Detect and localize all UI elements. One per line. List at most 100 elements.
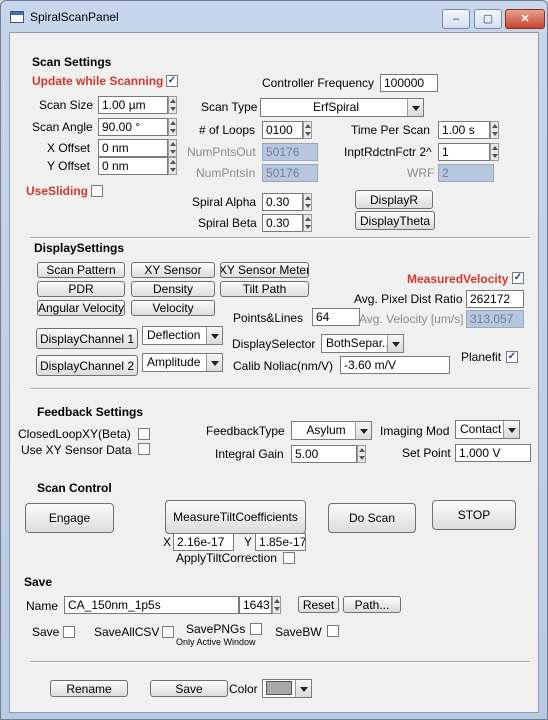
- channel-2-value: Amplitude: [147, 355, 201, 369]
- tilt-x-field[interactable]: 2.16e-17: [173, 533, 234, 551]
- angular-velocity-button[interactable]: Angular Velocity: [37, 300, 125, 316]
- time-per-scan-field[interactable]: 1.00 s: [438, 121, 490, 139]
- imaging-mode-label: Imaging Mod: [380, 424, 450, 438]
- scan-pattern-button[interactable]: Scan Pattern: [37, 262, 125, 278]
- scan-angle-stepper[interactable]: [168, 118, 177, 136]
- measure-tilt-coefficients-button[interactable]: MeasureTiltCoefficients: [165, 500, 306, 534]
- path-button[interactable]: Path...: [343, 596, 401, 613]
- x-offset-stepper[interactable]: [168, 139, 177, 157]
- tilt-x-label: X: [163, 535, 172, 549]
- planefit-label: Planefit: [461, 350, 502, 364]
- display-theta-button[interactable]: DisplayTheta: [355, 211, 435, 230]
- closed-loop-label: ClosedLoopXY(Beta): [18, 427, 131, 441]
- maximize-button[interactable]: ▢: [474, 9, 502, 29]
- spiral-scan-panel-window: SpiralScanPanel – ▢ ✕ Scan Settings Upda…: [0, 0, 548, 720]
- inpt-rdctn-fctr-label: InptRdctnFctr 2^: [344, 145, 432, 159]
- tilt-path-button[interactable]: Tilt Path: [220, 281, 309, 297]
- apply-tilt-correction-checkbox[interactable]: [283, 552, 295, 564]
- chevron-down-icon: [206, 354, 222, 371]
- title-bar[interactable]: SpiralScanPanel – ▢ ✕: [1, 1, 547, 31]
- spiral-alpha-field[interactable]: 0.30: [262, 193, 303, 211]
- display-channel-1-button[interactable]: DisplayChannel 1: [36, 328, 138, 349]
- window-title: SpiralScanPanel: [30, 10, 119, 24]
- chevron-down-icon: [206, 327, 222, 344]
- use-xy-sensor-checkbox[interactable]: [138, 443, 150, 455]
- save-button[interactable]: Save: [150, 680, 228, 697]
- spiral-beta-stepper[interactable]: [303, 214, 312, 232]
- scan-size-stepper[interactable]: [168, 96, 177, 114]
- inpt-rdctn-fctr-stepper[interactable]: [490, 143, 499, 161]
- save-bw-checkbox[interactable]: [327, 625, 339, 637]
- measured-velocity-label: MeasuredVelocity: [407, 272, 509, 286]
- time-per-scan-label: Time Per Scan: [351, 123, 430, 137]
- pdr-button[interactable]: PDR: [37, 281, 125, 297]
- xy-sensor-button[interactable]: XY Sensor: [131, 262, 215, 278]
- color-dropdown[interactable]: [262, 679, 312, 698]
- time-per-scan-stepper[interactable]: [490, 121, 499, 139]
- chevron-down-icon: [355, 422, 371, 439]
- channel-2-dropdown[interactable]: Amplitude: [142, 353, 223, 372]
- close-button[interactable]: ✕: [505, 9, 545, 29]
- y-offset-stepper[interactable]: [168, 157, 177, 175]
- name-index-stepper[interactable]: [272, 596, 281, 614]
- use-xy-sensor-label: Use XY Sensor Data: [21, 443, 132, 457]
- save-all-csv-checkbox[interactable]: [162, 626, 174, 638]
- calib-noliac-field[interactable]: -3.60 m/V: [340, 356, 450, 374]
- display-selector-label: DisplaySelector: [232, 337, 316, 351]
- scan-size-field[interactable]: 1.00 µm: [98, 96, 168, 114]
- channel-1-value: Deflection: [147, 328, 201, 342]
- save-checkbox-label: Save: [32, 625, 60, 639]
- spiral-alpha-stepper[interactable]: [303, 193, 312, 211]
- spiral-beta-field[interactable]: 0.30: [262, 214, 303, 232]
- tilt-y-field[interactable]: 1.85e-17: [255, 533, 306, 551]
- display-r-button[interactable]: DisplayR: [355, 190, 433, 209]
- display-channel-2-button[interactable]: DisplayChannel 2: [36, 355, 138, 376]
- measured-velocity-checkbox[interactable]: ✓: [512, 272, 524, 284]
- xy-sensor-meter-button[interactable]: XY Sensor Meter: [220, 262, 309, 278]
- do-scan-button[interactable]: Do Scan: [328, 503, 416, 533]
- density-button[interactable]: Density: [131, 281, 215, 297]
- controller-frequency-field[interactable]: 100000: [380, 74, 438, 92]
- name-label: Name: [26, 599, 59, 613]
- closed-loop-checkbox[interactable]: [138, 428, 150, 440]
- scan-control-header: Scan Control: [37, 481, 112, 495]
- name-index-field[interactable]: 1643: [239, 596, 272, 614]
- minimize-button[interactable]: –: [442, 9, 470, 29]
- engage-button[interactable]: Engage: [25, 503, 114, 533]
- imaging-mode-value: Contact: [460, 422, 502, 436]
- feedback-settings-header: Feedback Settings: [37, 405, 144, 419]
- set-point-field[interactable]: 1.000 V: [455, 444, 531, 462]
- wrf-label: WRF: [407, 166, 435, 180]
- use-sliding-checkbox[interactable]: [91, 185, 103, 197]
- avg-pixel-dist-field[interactable]: 262172: [466, 290, 524, 308]
- chevron-down-icon: [295, 680, 311, 697]
- x-offset-label: X Offset: [47, 141, 91, 155]
- velocity-button[interactable]: Velocity: [131, 300, 215, 316]
- use-sliding-label: UseSliding: [26, 184, 89, 198]
- num-loops-field[interactable]: 0100: [262, 121, 303, 139]
- separator: [30, 237, 530, 239]
- inpt-rdctn-fctr-field[interactable]: 1: [438, 143, 490, 161]
- scan-angle-field[interactable]: 90.00 °: [98, 118, 168, 136]
- display-selector-dropdown[interactable]: BothSepar...: [321, 334, 404, 353]
- stop-button[interactable]: STOP: [432, 500, 516, 530]
- num-loops-stepper[interactable]: [303, 121, 312, 139]
- save-pngs-checkbox[interactable]: [250, 623, 262, 635]
- integral-gain-stepper[interactable]: [357, 445, 366, 463]
- points-lines-field[interactable]: 64: [312, 308, 360, 326]
- scan-type-dropdown[interactable]: ErfSpiral: [260, 98, 424, 117]
- reset-button[interactable]: Reset: [298, 596, 339, 613]
- update-while-scanning-checkbox[interactable]: ✓: [166, 75, 178, 87]
- channel-1-dropdown[interactable]: Deflection: [142, 326, 223, 345]
- planefit-checkbox[interactable]: ✓: [506, 351, 518, 363]
- integral-gain-field[interactable]: 5.00: [291, 445, 357, 463]
- scan-type-value: ErfSpiral: [312, 100, 359, 114]
- rename-button[interactable]: Rename: [50, 680, 128, 697]
- name-field[interactable]: CA_150nm_1p5s: [64, 596, 239, 614]
- x-offset-field[interactable]: 0 nm: [98, 139, 168, 157]
- imaging-mode-dropdown[interactable]: Contact: [455, 420, 520, 439]
- save-checkbox[interactable]: [63, 626, 75, 638]
- scan-settings-header: Scan Settings: [32, 55, 112, 69]
- y-offset-field[interactable]: 0 nm: [98, 157, 168, 175]
- feedback-type-dropdown[interactable]: Asylum: [291, 421, 372, 440]
